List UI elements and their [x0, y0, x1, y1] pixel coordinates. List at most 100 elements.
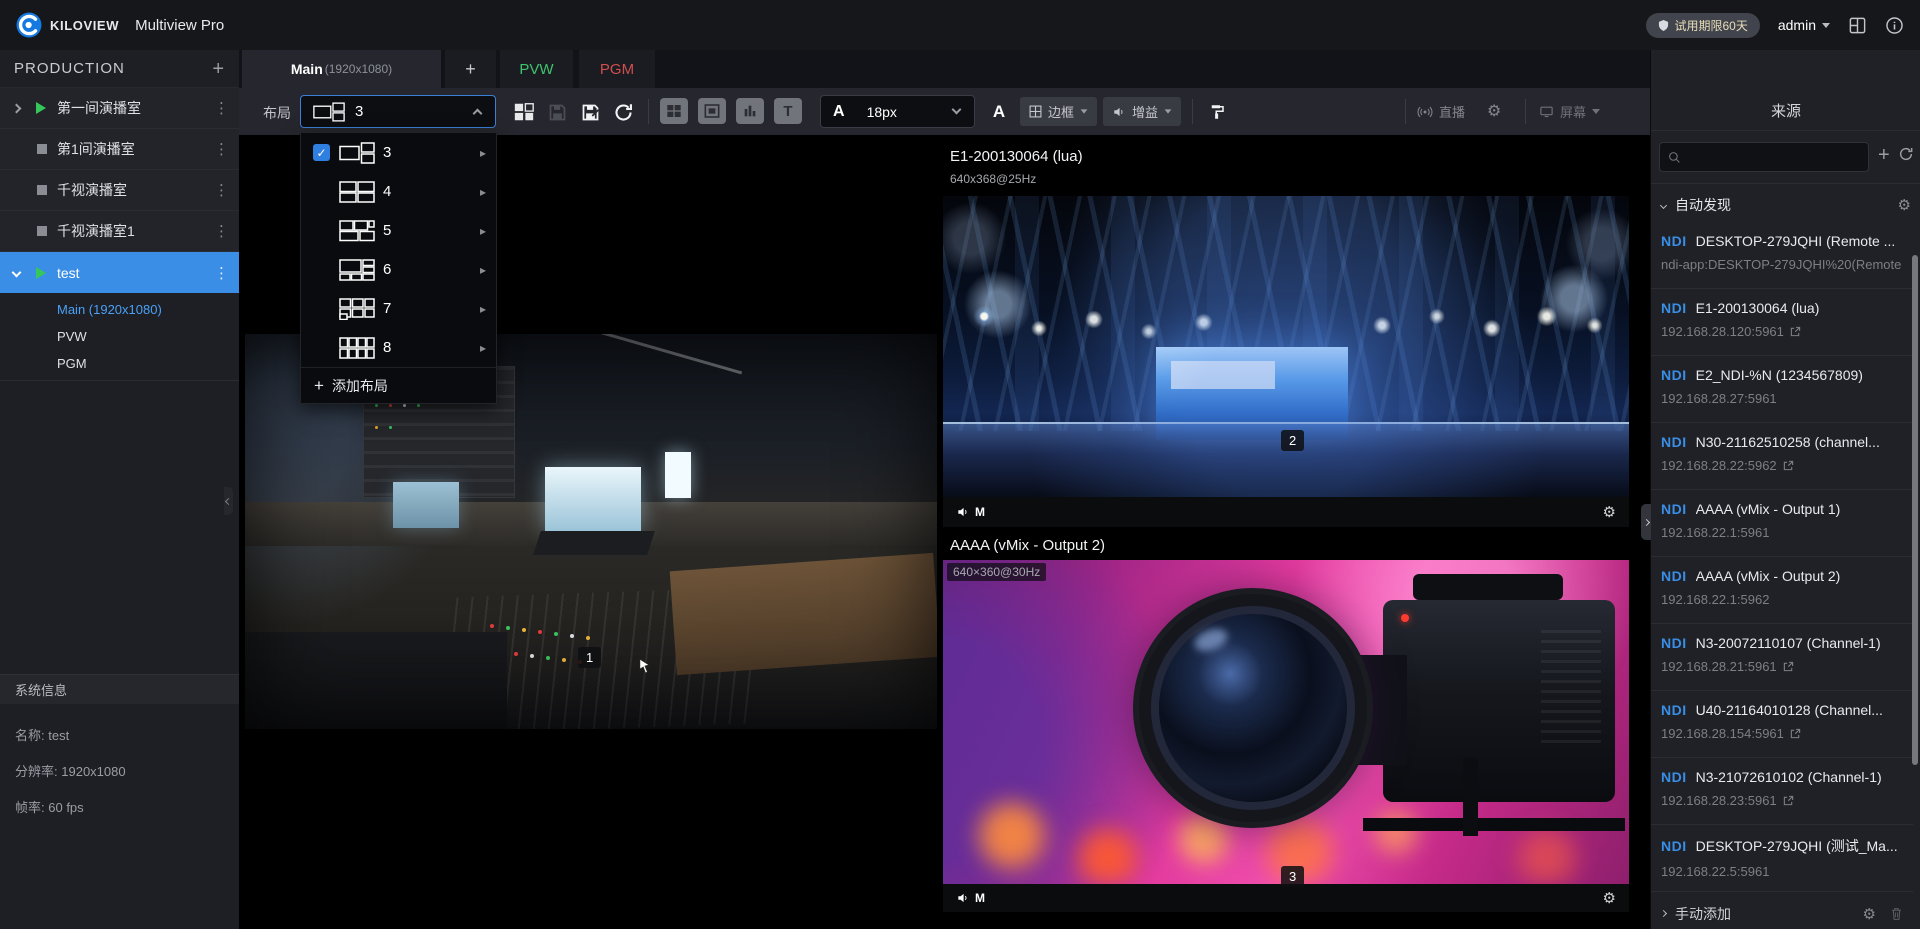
tile2-settings-gear-icon[interactable]: ⚙	[1603, 503, 1616, 521]
kebab-menu-icon[interactable]: ⋮	[214, 222, 229, 240]
discovery-settings-gear-icon[interactable]: ⚙	[1898, 196, 1911, 214]
tab-main-resolution: (1920x1080)	[325, 62, 392, 76]
submenu-arrow-icon[interactable]: ▸	[480, 263, 486, 277]
source-item-2[interactable]: NDI E1-200130064 (lua) 192.168.28.120:59…	[1651, 289, 1913, 356]
source-item-8[interactable]: NDI U40-21164010128 (Channel... 192.168.…	[1651, 691, 1913, 758]
user-menu[interactable]: admin	[1778, 17, 1830, 33]
auto-discovery-section[interactable]: 自动发现 ⚙	[1651, 190, 1920, 220]
tile3-settings-gear-icon[interactable]: ⚙	[1603, 889, 1616, 907]
add-production-button[interactable]: +	[212, 59, 225, 79]
source-item-3[interactable]: NDI E2_NDI-%N (1234567809) 192.168.28.27…	[1651, 356, 1913, 423]
add-source-icon[interactable]: +	[1878, 144, 1890, 167]
checkbox-checked-icon[interactable]: ✓	[313, 144, 330, 161]
sidebar-child-pvw[interactable]: PVW	[0, 323, 239, 350]
layout-option-8[interactable]: 8 ▸	[301, 328, 496, 367]
refresh-icon[interactable]	[611, 100, 635, 124]
source-item-6[interactable]: NDI AAAA (vMix - Output 2) 192.168.22.1:…	[1651, 557, 1913, 624]
kebab-menu-icon[interactable]: ⋮	[214, 264, 229, 282]
system-info-header: 系统信息	[0, 674, 239, 704]
search-input[interactable]	[1687, 150, 1857, 165]
split-screen-tool[interactable]	[660, 98, 688, 124]
external-link-icon[interactable]	[1783, 661, 1794, 672]
source-item-9[interactable]: NDI N3-21072610102 (Channel-1) 192.168.2…	[1651, 758, 1913, 825]
layout-select[interactable]: 3	[300, 95, 496, 128]
submenu-arrow-icon[interactable]: ▸	[480, 146, 486, 160]
external-link-icon[interactable]	[1790, 728, 1801, 739]
border-frame-tool[interactable]	[698, 98, 726, 124]
save-icon-disabled[interactable]	[545, 100, 569, 124]
submenu-arrow-icon[interactable]: ▸	[480, 224, 486, 238]
trial-badge: 试用期限60天	[1646, 13, 1760, 38]
submenu-arrow-icon[interactable]: ▸	[480, 341, 486, 355]
border-dropdown[interactable]: 边框	[1020, 97, 1097, 126]
tile2-mute-button[interactable]: M	[956, 505, 985, 519]
layout-option-3[interactable]: ✓ 3 ▸	[301, 133, 496, 172]
tab-main[interactable]: Main (1920x1080)	[242, 50, 441, 88]
collapse-production-panel-handle[interactable]	[224, 487, 233, 515]
sidebar-item-room4[interactable]: 千视演播室1 ⋮	[0, 211, 239, 252]
text-tool[interactable]: T	[774, 98, 802, 124]
source-item-1[interactable]: NDI DESKTOP-279JQHI (Remote ... ndi-app:…	[1651, 222, 1913, 289]
gain-dropdown[interactable]: 增益	[1103, 97, 1181, 126]
panels-icon[interactable]	[1848, 16, 1867, 35]
multiview-layout-icon[interactable]	[512, 100, 536, 124]
tab-pvw[interactable]: PVW	[500, 50, 573, 88]
sidebar-item-room3[interactable]: 千视演播室 ⋮	[0, 170, 239, 211]
chevron-right-icon[interactable]	[12, 103, 22, 113]
font-size-select[interactable]: A 18px	[820, 95, 975, 128]
layout-option-7[interactable]: 7 ▸	[301, 289, 496, 328]
tile3-video-preview[interactable]	[943, 560, 1629, 884]
sidebar-item-room2[interactable]: 第1间演播室 ⋮	[0, 129, 239, 170]
divider	[1651, 130, 1920, 131]
scrollbar[interactable]	[1912, 255, 1918, 765]
trial-badge-label: 试用期限60天	[1675, 17, 1748, 34]
kebab-menu-icon[interactable]: ⋮	[214, 99, 229, 117]
save-as-icon[interactable]	[578, 100, 602, 124]
external-link-icon[interactable]	[1790, 326, 1801, 337]
tab-pgm[interactable]: PGM	[579, 50, 655, 88]
info-icon[interactable]	[1885, 16, 1904, 35]
live-settings-gear-icon[interactable]: ⚙	[1487, 101, 1501, 121]
source-item-10[interactable]: NDI DESKTOP-279JQHI (测试_Ma... 192.168.22…	[1651, 825, 1913, 892]
sidebar-child-main[interactable]: Main (1920x1080)	[0, 296, 239, 323]
photo-detail	[1363, 818, 1625, 831]
app-window: KILOVIEW Multiview Pro 试用期限60天 admin	[0, 0, 1920, 929]
font-color-tool[interactable]: A	[987, 100, 1011, 124]
refresh-sources-icon[interactable]	[1898, 146, 1914, 162]
kebab-menu-icon[interactable]: ⋮	[214, 140, 229, 158]
system-info-name: 名称: test	[15, 725, 69, 744]
kebab-menu-icon[interactable]: ⋮	[214, 181, 229, 199]
add-layout-button[interactable]: + 添加布局	[301, 367, 496, 403]
trash-icon[interactable]	[1890, 907, 1903, 921]
manual-add-section[interactable]: 手动添加 ⚙	[1651, 898, 1913, 929]
live-button[interactable]: 直播	[1417, 102, 1465, 121]
tile3-control-bar: M ⚙	[943, 884, 1629, 912]
layout-option-4[interactable]: 4 ▸	[301, 172, 496, 211]
tile2-video-preview[interactable]	[943, 196, 1629, 497]
manual-settings-gear-icon[interactable]: ⚙	[1863, 905, 1876, 923]
source-item-5[interactable]: NDI AAAA (vMix - Output 1) 192.168.22.1:…	[1651, 490, 1913, 557]
source-search-box[interactable]	[1659, 142, 1869, 172]
audio-meter-tool[interactable]	[736, 98, 764, 124]
submenu-arrow-icon[interactable]: ▸	[480, 302, 486, 316]
tile3-number-badge: 3	[1281, 866, 1304, 887]
product-title: Multiview Pro	[135, 17, 224, 34]
screen-dropdown[interactable]: 屏幕	[1539, 102, 1600, 121]
collapse-sources-panel-handle[interactable]	[1641, 504, 1651, 540]
sidebar-item-test-selected[interactable]: test ⋮	[0, 252, 239, 293]
external-link-icon[interactable]	[1783, 460, 1794, 471]
layout-3-icon	[313, 102, 345, 122]
photo-detail	[943, 196, 1629, 497]
sidebar-item-room1[interactable]: 第一间演播室 ⋮	[0, 88, 239, 129]
source-item-7[interactable]: NDI N3-20072110107 (Channel-1) 192.168.2…	[1651, 624, 1913, 691]
external-link-icon[interactable]	[1783, 795, 1794, 806]
layout-option-5[interactable]: 5 ▸	[301, 211, 496, 250]
sidebar-child-pgm[interactable]: PGM	[0, 350, 239, 377]
layout-option-6[interactable]: 6 ▸	[301, 250, 496, 289]
tile3-mute-button[interactable]: M	[956, 891, 985, 905]
tab-add[interactable]: +	[445, 50, 496, 88]
submenu-arrow-icon[interactable]: ▸	[480, 185, 486, 199]
source-item-4[interactable]: NDI N30-21162510258 (channel... 192.168.…	[1651, 423, 1913, 490]
format-paint-icon[interactable]	[1205, 100, 1229, 124]
chevron-down-icon[interactable]	[12, 268, 22, 278]
